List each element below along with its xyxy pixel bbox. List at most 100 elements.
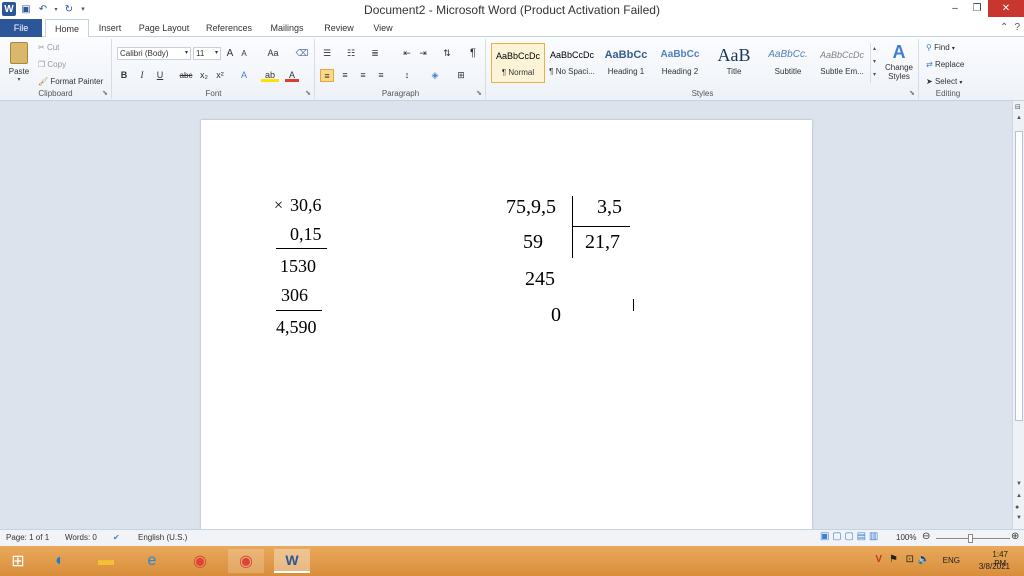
cut-button[interactable]: ✂ Cut	[38, 43, 59, 52]
scroll-up-icon[interactable]: ▴	[871, 43, 878, 56]
replace-button[interactable]: ⇄ Replace	[926, 60, 964, 69]
tab-home[interactable]: Home	[45, 19, 89, 38]
tab-page-layout[interactable]: Page Layout	[134, 19, 194, 37]
input-language[interactable]: ENG	[943, 556, 960, 565]
close-button[interactable]: ✕	[988, 0, 1024, 17]
file-explorer-icon[interactable]: ▬	[88, 549, 124, 573]
font-name-select[interactable]: Calibri (Body) ▾	[117, 47, 191, 60]
page-count[interactable]: Page: 1 of 1	[6, 533, 49, 542]
previous-page-icon[interactable]: ▲	[1016, 493, 1022, 499]
styles-scroll[interactable]: ▴ ▾ ▾	[870, 43, 878, 83]
tab-references[interactable]: References	[200, 19, 258, 37]
style-title[interactable]: AaB Title	[707, 43, 761, 83]
browse-object-icon[interactable]: ●	[1015, 504, 1019, 511]
dialog-launcher-icon[interactable]: ⬊	[305, 89, 311, 97]
network-tray-icon[interactable]: ⊡	[906, 554, 914, 565]
help-icon[interactable]: ?	[1014, 22, 1020, 33]
style-normal[interactable]: AaBbCcDc ¶ Normal	[491, 43, 545, 83]
zoom-level[interactable]: 100%	[896, 533, 916, 542]
align-center-icon[interactable]: ≡	[338, 69, 352, 82]
style-preview: AaBbCc	[660, 49, 700, 60]
font-color-button[interactable]: A	[285, 69, 299, 82]
style-subtitle[interactable]: AaBbCc. Subtitle	[761, 43, 815, 83]
format-painter-button[interactable]: 🖌 Format Painter	[38, 77, 103, 86]
word-taskbar-icon[interactable]: W	[274, 549, 310, 573]
style-heading-1[interactable]: AaBbCc Heading 1	[599, 43, 653, 83]
zoom-slider-handle[interactable]	[968, 534, 973, 543]
subscript-button[interactable]: x₂	[197, 69, 211, 82]
multilevel-list-icon[interactable]: ≣	[368, 47, 382, 60]
copy-button[interactable]: ❐ Copy	[38, 60, 66, 69]
zoom-slider[interactable]	[936, 538, 1010, 539]
tab-mailings[interactable]: Mailings	[263, 19, 311, 37]
flag-tray-icon[interactable]: ⚑	[889, 554, 898, 565]
font-group: Calibri (Body) ▾ 11 ▾ A A Aa ⌫ B I U abc x…	[113, 39, 315, 99]
font-size-select[interactable]: 11 ▾	[193, 47, 221, 60]
line-spacing-icon[interactable]: ↕	[400, 69, 414, 82]
tab-view[interactable]: View	[366, 19, 400, 37]
increase-indent-icon[interactable]: ⇥	[416, 47, 430, 60]
italic-button[interactable]: I	[135, 69, 149, 82]
tab-file[interactable]: File	[0, 19, 42, 37]
change-styles-button[interactable]: A Change Styles	[881, 41, 917, 87]
volume-tray-icon[interactable]: 🔈	[918, 554, 930, 565]
tab-review[interactable]: Review	[318, 19, 360, 37]
bullets-icon[interactable]: ☰	[320, 47, 334, 60]
align-right-icon[interactable]: ≡	[356, 69, 370, 82]
align-left-icon[interactable]: ≡	[320, 69, 334, 82]
bold-button[interactable]: B	[117, 69, 131, 82]
document-page[interactable]: × 30,6 0,15 1530 306 4,590 75,9,5 3,5 59…	[201, 120, 812, 529]
zoom-out-icon[interactable]: ⊖	[922, 531, 930, 542]
style-heading-2[interactable]: AaBbCc Heading 2	[653, 43, 707, 83]
proofing-icon[interactable]: ✔	[113, 533, 120, 542]
word-count[interactable]: Words: 0	[65, 533, 97, 542]
decrease-indent-icon[interactable]: ⇤	[400, 47, 414, 60]
tab-insert[interactable]: Insert	[92, 19, 128, 37]
windows-start-icon[interactable]: ⊞	[0, 549, 36, 573]
underline-button[interactable]: U	[153, 69, 167, 82]
text-effects-button[interactable]: A	[237, 69, 251, 82]
scroll-down-icon[interactable]: ▼	[1016, 481, 1022, 487]
scroll-up-icon[interactable]: ▲	[1016, 115, 1022, 121]
grow-font-button[interactable]: A	[223, 47, 237, 60]
show-marks-button[interactable]: ¶	[466, 47, 480, 60]
dialog-launcher-icon[interactable]: ⬊	[476, 89, 482, 97]
next-page-icon[interactable]: ▼	[1016, 515, 1022, 521]
minimize-button[interactable]: –	[944, 0, 966, 17]
ruler-toggle-icon[interactable]: ⊟	[1015, 103, 1021, 111]
numbering-icon[interactable]: ☷	[344, 47, 358, 60]
style-no-spacing[interactable]: AaBbCcDc ¶ No Spaci...	[545, 43, 599, 83]
select-button[interactable]: ➤ Select ▾	[926, 77, 962, 86]
strikethrough-button[interactable]: abc	[177, 69, 195, 82]
shading-icon[interactable]: ◈	[428, 69, 442, 82]
antivirus-tray-icon[interactable]: V	[875, 554, 882, 565]
superscript-button[interactable]: x²	[213, 69, 227, 82]
paste-button[interactable]: Paste ▾	[6, 42, 32, 84]
borders-icon[interactable]: ⊞	[454, 69, 468, 82]
edge-browser-icon[interactable]: ◐	[42, 549, 78, 573]
dialog-launcher-icon[interactable]: ⬊	[909, 89, 915, 97]
style-subtle-emphasis[interactable]: AaBbCcDc Subtle Em...	[815, 43, 869, 83]
more-styles-icon[interactable]: ▾	[871, 69, 878, 82]
internet-explorer-icon[interactable]: e	[134, 549, 170, 573]
highlight-button[interactable]: ab	[261, 69, 279, 82]
scrollbar-thumb[interactable]	[1015, 131, 1023, 421]
minimize-ribbon-icon[interactable]: ⌃	[1000, 22, 1008, 33]
view-buttons[interactable]: ▣ ▢ ▢ ▤ ▥	[820, 531, 878, 542]
justify-icon[interactable]: ≡	[374, 69, 388, 82]
clear-formatting-icon[interactable]: ⌫	[295, 47, 309, 60]
sort-icon[interactable]: ⇅	[440, 47, 454, 60]
restore-button[interactable]: ❐	[966, 0, 988, 17]
find-button[interactable]: ⚲ Find ▾	[926, 43, 955, 52]
change-case-button[interactable]: Aa	[263, 47, 283, 60]
clock-date[interactable]: 3/8/2021	[979, 562, 1010, 571]
language-indicator[interactable]: English (U.S.)	[138, 533, 187, 542]
shrink-font-button[interactable]: A	[237, 47, 251, 60]
change-case-label: Aa	[267, 48, 279, 58]
chrome-icon-2[interactable]: ◉	[228, 549, 264, 573]
dialog-launcher-icon[interactable]: ⬊	[102, 89, 108, 97]
chrome-icon[interactable]: ◉	[182, 549, 218, 573]
vertical-scrollbar[interactable]: ⊟ ▲ ▼ ▲ ● ▼	[1012, 101, 1024, 529]
zoom-in-icon[interactable]: ⊕	[1011, 531, 1019, 542]
scroll-down-icon[interactable]: ▾	[871, 56, 878, 69]
